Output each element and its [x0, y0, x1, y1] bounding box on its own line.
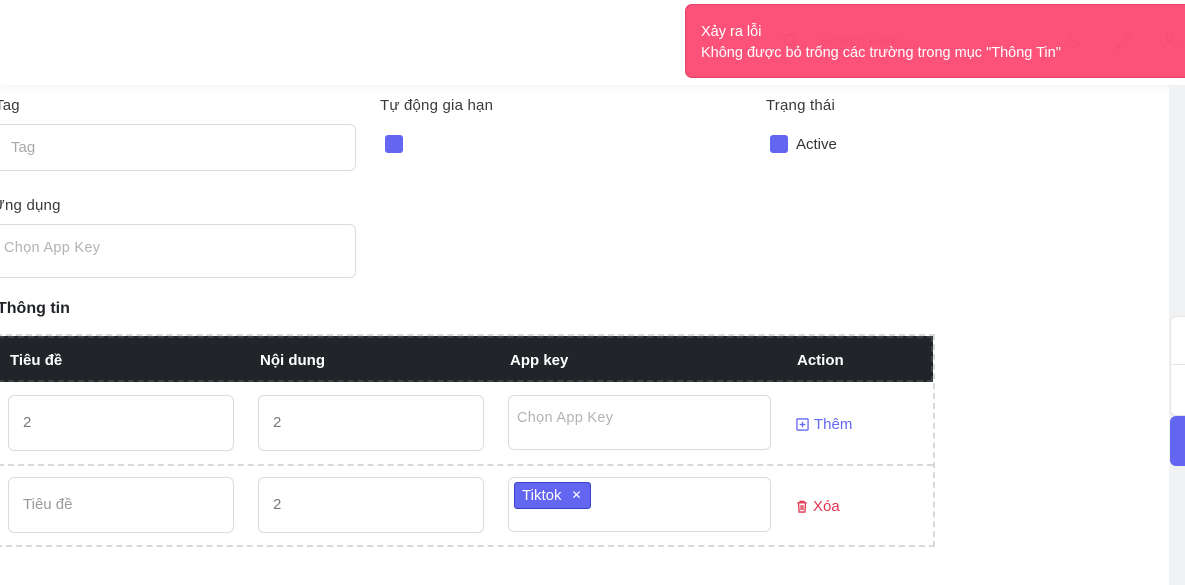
status-value: Active: [796, 136, 837, 153]
error-toast[interactable]: Xảy ra lỗi Không được bỏ trống các trườn…: [685, 4, 1185, 78]
app-label: Ứng dụng: [0, 197, 61, 214]
side-widget-card[interactable]: [1170, 316, 1185, 416]
section-title: Thông tin: [0, 300, 70, 317]
remove-tag-icon[interactable]: ✕: [571, 483, 581, 508]
auto-renew-checkbox[interactable]: [385, 135, 403, 153]
add-row-label: Thêm: [814, 416, 853, 433]
row1-app-key-placeholder: Chọn App Key: [517, 410, 614, 426]
row2-content-value: 2: [273, 496, 282, 513]
header-action: Action: [797, 352, 844, 369]
trash-icon: [797, 500, 807, 513]
tag-input[interactable]: [0, 125, 355, 170]
row2-app-key-select[interactable]: Tiktok ✕: [508, 477, 771, 532]
status-label: Trạng thái: [766, 97, 835, 114]
delete-row-label: Xóa: [813, 498, 840, 515]
row1-content-input[interactable]: 2: [258, 395, 484, 451]
row1-title-input[interactable]: 2: [8, 395, 234, 451]
toast-title: Xảy ra lỗi: [701, 24, 762, 40]
row2-content-input[interactable]: 2: [258, 477, 484, 533]
row2-title-placeholder: Tiêu đề: [23, 496, 73, 513]
add-row-button[interactable]: Thêm: [796, 416, 852, 433]
header-title: Tiêu đề: [10, 352, 63, 369]
row1-title-value: 2: [23, 414, 32, 431]
app-key-tag: Tiktok ✕: [514, 482, 591, 509]
header-content: Nội dung: [260, 352, 325, 369]
app-key-select[interactable]: Chọn App Key: [0, 224, 356, 278]
tag-field[interactable]: [0, 124, 356, 171]
auto-renew-label: Tự động gia hạn: [380, 97, 494, 114]
side-widget-divider: [1170, 364, 1185, 365]
row-divider: [0, 464, 933, 466]
delete-row-button[interactable]: Xóa: [796, 498, 840, 515]
row1-app-key-select[interactable]: Chọn App Key: [508, 395, 771, 450]
toast-message: Không được bỏ trống các trường trong mục…: [701, 45, 1061, 61]
header-app-key: App key: [510, 352, 569, 369]
row2-title-input[interactable]: Tiêu đề: [8, 477, 234, 533]
app-key-placeholder: Chọn App Key: [4, 240, 101, 256]
tag-label: Tag: [0, 97, 20, 114]
status-checkbox[interactable]: [770, 135, 788, 153]
table-header: Tiêu đề Nội dung App key Action: [0, 336, 933, 382]
plus-square-icon: [796, 418, 809, 431]
info-table: Tiêu đề Nội dung App key Action 2 2 Chọn…: [0, 334, 935, 547]
side-widget-button[interactable]: [1170, 416, 1185, 466]
app-key-tag-label: Tiktok: [522, 487, 562, 504]
row1-content-value: 2: [273, 414, 282, 431]
